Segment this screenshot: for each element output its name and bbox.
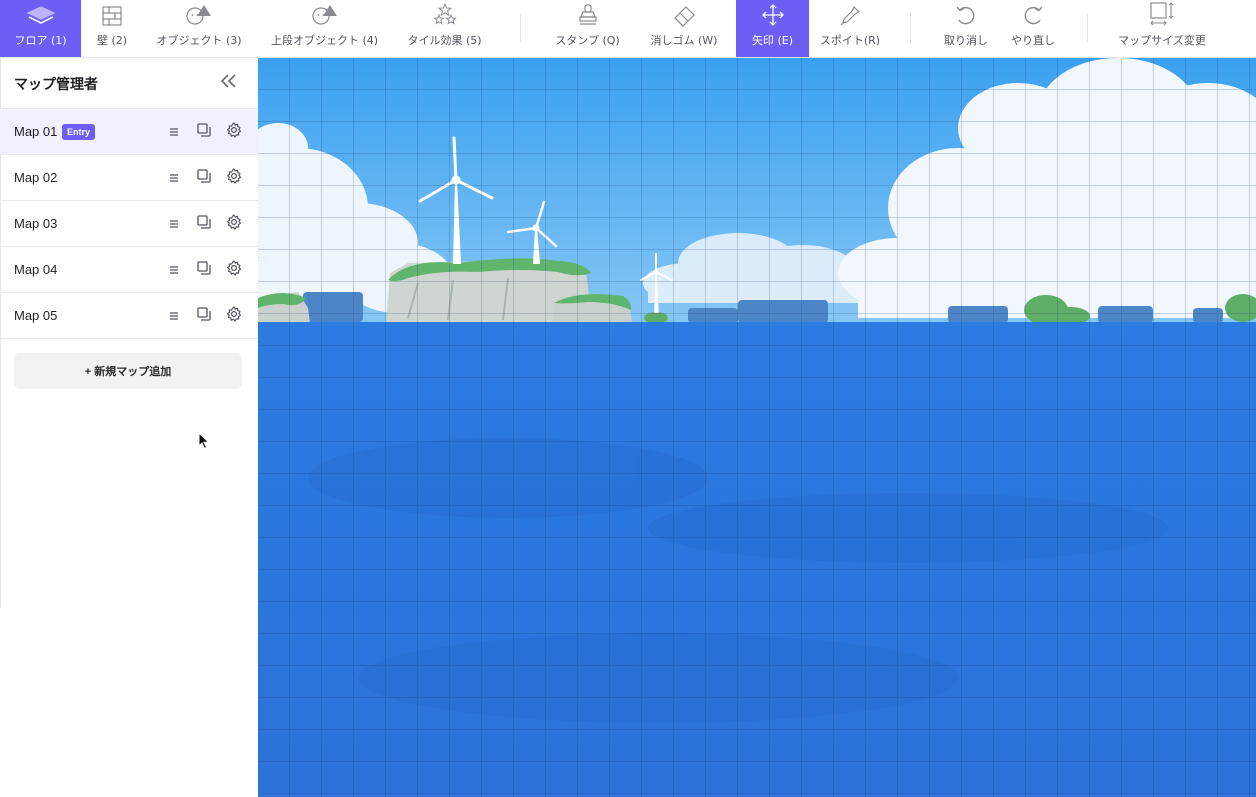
list-end-divider [0,338,258,339]
double-chevron-left-icon [220,73,238,93]
drag-handle-icon [168,123,180,142]
map-row-map-05[interactable]: Map 05 [0,292,258,338]
brick-wall-icon [101,5,123,31]
map-settings-button[interactable] [224,306,244,326]
drag-handle-icon [168,169,180,188]
tool-wall[interactable]: 壁 (2) [81,0,143,57]
map-settings-button[interactable] [224,214,244,234]
layers-icon [25,5,56,31]
copy-icon [196,122,212,142]
duplicate-map-button[interactable] [194,306,214,326]
drag-handle-icon [168,261,180,280]
gear-icon [226,306,242,326]
map-row-map-04[interactable]: Map 04 [0,246,258,292]
tool-label: 取り消し [944,34,988,47]
duplicate-map-button[interactable] [194,122,214,142]
duplicate-map-button[interactable] [194,214,214,234]
copy-icon [196,260,212,280]
tool-move[interactable]: 矢印 (E) [736,0,809,57]
tile-grid [258,58,1256,797]
move-arrows-icon [761,3,785,31]
copy-icon [196,306,212,326]
duplicate-map-button[interactable] [194,260,214,280]
map-canvas[interactable] [258,58,1256,797]
tool-label: 消しゴム (W) [650,34,718,47]
tool-label: 壁 (2) [96,34,128,47]
tool-label: やり直し [1011,34,1055,47]
map-name: Map 04 [14,262,58,277]
map-name: Map 03 [14,216,58,231]
tool-undo[interactable]: 取り消し [936,0,996,57]
reorder-button[interactable] [164,306,184,326]
map-row-map-01[interactable]: Map 01 Entry [0,108,258,154]
map-settings-button[interactable] [224,122,244,142]
upper-object-icon [310,3,340,31]
toolbar-divider [520,13,521,43]
map-row-map-03[interactable]: Map 03 [0,200,258,246]
tool-map-resize[interactable]: マップサイズ変更 [1112,0,1212,57]
undo-icon [954,5,978,31]
reorder-button[interactable] [164,122,184,142]
stamp-icon [577,3,599,31]
tool-label: フロア (1) [14,34,67,47]
tool-label: タイル効果 (5) [407,34,482,47]
copy-icon [196,168,212,188]
map-manager-sidebar: マップ管理者 Map 01 Entry Map 02 Map 03 Map 04… [0,58,258,797]
resize-map-icon [1148,1,1176,31]
gear-icon [226,214,242,234]
object-icon [184,3,214,31]
tool-eyedropper[interactable]: スポイト(R) [811,0,889,57]
reorder-button[interactable] [164,214,184,234]
drag-handle-icon [168,215,180,234]
drag-handle-icon [168,307,180,326]
duplicate-map-button[interactable] [194,168,214,188]
map-scene [258,58,1256,797]
map-name: Map 05 [14,308,58,323]
tool-label: スポイト(R) [819,34,881,47]
eraser-icon [672,5,696,31]
toolbar: フロア (1) 壁 (2) オブジェクト (3) 上段オブジェクト (4) タイ… [0,0,1256,58]
tool-object[interactable]: オブジェクト (3) [143,0,255,57]
reorder-button[interactable] [164,168,184,188]
sidebar-title: マップ管理者 [14,76,98,92]
tool-label: マップサイズ変更 [1118,34,1206,47]
tool-tile-effect[interactable]: タイル効果 (5) [396,0,493,57]
gear-icon [226,168,242,188]
toolbar-divider [910,13,911,43]
gear-icon [226,122,242,142]
map-name: Map 01 [14,124,58,139]
mouse-cursor-icon [198,431,210,454]
tool-redo[interactable]: やり直し [1002,0,1064,57]
gear-icon [226,260,242,280]
tool-label: 上段オブジェクト (4) [270,34,379,47]
tool-label: スタンプ (Q) [555,34,620,47]
tool-floor[interactable]: フロア (1) [0,0,81,57]
map-settings-button[interactable] [224,260,244,280]
tool-label: オブジェクト (3) [156,34,242,47]
collapse-sidebar-button[interactable] [219,73,239,93]
map-settings-button[interactable] [224,168,244,188]
map-name: Map 02 [14,170,58,185]
sparkle-stars-icon [432,2,458,31]
reorder-button[interactable] [164,260,184,280]
tool-upper-object[interactable]: 上段オブジェクト (4) [257,0,392,57]
map-row-map-02[interactable]: Map 02 [0,154,258,200]
add-map-button[interactable]: + 新規マップ追加 [14,353,242,389]
sidebar-header: マップ管理者 [0,58,258,108]
tool-eraser[interactable]: 消しゴム (W) [636,0,732,57]
redo-icon [1021,5,1045,31]
entry-badge: Entry [62,124,96,140]
tool-label: 矢印 (E) [751,34,794,47]
tool-stamp[interactable]: スタンプ (Q) [545,0,630,57]
eyedropper-icon [839,5,861,31]
toolbar-divider [1087,13,1088,43]
copy-icon [196,214,212,234]
